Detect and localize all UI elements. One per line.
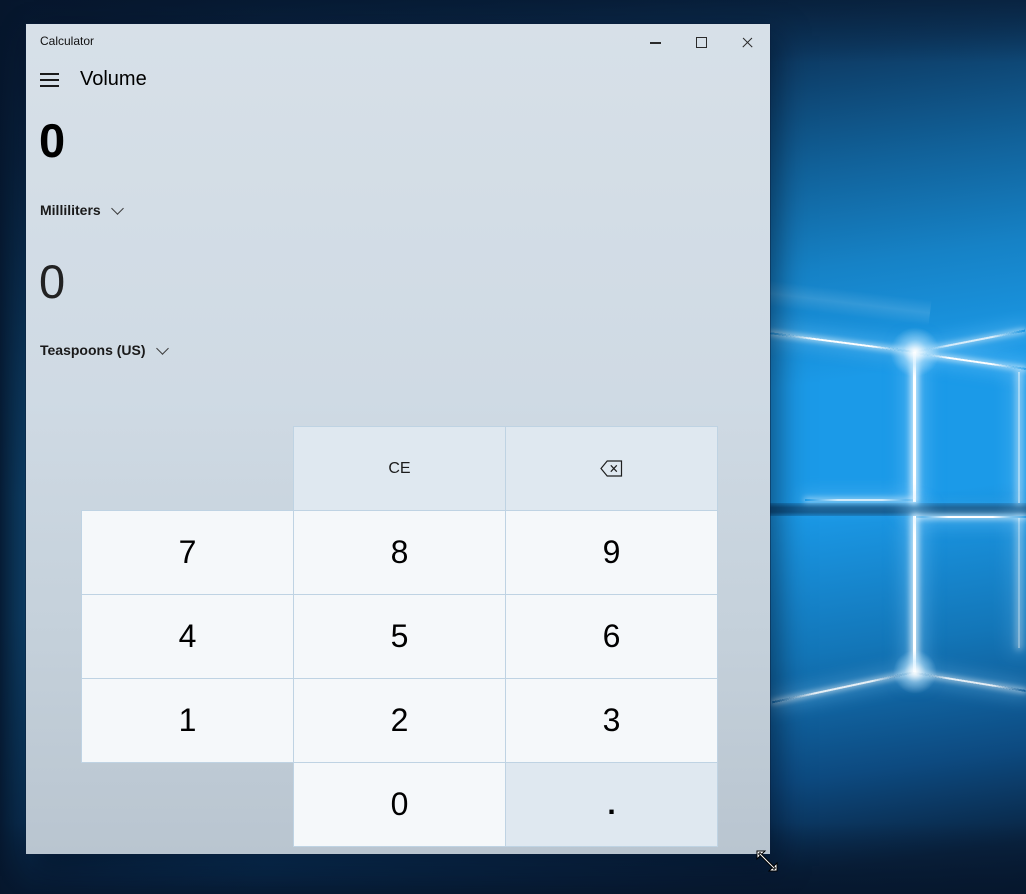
- digit-6-button[interactable]: 6: [505, 594, 718, 679]
- logo-pane-bottom-edge-left: [805, 499, 915, 501]
- logo-right-pane-edge-bottom: [1018, 518, 1020, 648]
- digit-3-button[interactable]: 3: [505, 678, 718, 763]
- decimal-button[interactable]: .: [505, 762, 718, 847]
- from-value-display[interactable]: 0: [39, 117, 65, 164]
- light-beam-right-up: [915, 330, 1025, 353]
- keypad-spacer: [81, 762, 294, 847]
- to-value-display[interactable]: 0: [39, 258, 65, 305]
- digit-1-button[interactable]: 1: [81, 678, 294, 763]
- title-bar[interactable]: Calculator: [26, 24, 770, 60]
- maximize-button[interactable]: [678, 24, 724, 60]
- digit-9-button[interactable]: 9: [505, 510, 718, 595]
- logo-vertical-edge-bottom: [913, 516, 916, 672]
- page-title: Volume: [80, 68, 147, 91]
- to-unit-dropdown[interactable]: Teaspoons (US): [40, 342, 167, 358]
- logo-pane-top-edge-right: [915, 516, 1026, 518]
- logo-crossbar-shadow: [769, 503, 1026, 516]
- close-button[interactable]: [724, 24, 770, 60]
- digit-8-button[interactable]: 8: [293, 510, 506, 595]
- logo-vertical-edge-top: [913, 352, 916, 502]
- chevron-down-icon: [111, 202, 124, 215]
- digit-2-button[interactable]: 2: [293, 678, 506, 763]
- digit-5-button[interactable]: 5: [293, 594, 506, 679]
- logo-vertex-glow-bottom: [893, 650, 937, 694]
- hamburger-menu-button[interactable]: [40, 73, 59, 87]
- digit-0-button[interactable]: 0: [293, 762, 506, 847]
- clear-entry-button[interactable]: CE: [293, 426, 506, 511]
- to-unit-label: Teaspoons (US): [40, 342, 146, 358]
- logo-vertex-glow-top: [890, 327, 940, 377]
- digit-7-button[interactable]: 7: [81, 510, 294, 595]
- logo-right-pane-edge-top: [1018, 372, 1020, 503]
- light-beam-bottom-right: [915, 672, 1026, 692]
- calculator-window: Calculator Volume 0 Milliliters 0 Teaspo…: [26, 24, 770, 854]
- resize-diagonal-cursor-icon: [753, 847, 781, 875]
- close-icon: [741, 36, 754, 49]
- from-unit-dropdown[interactable]: Milliliters: [40, 202, 122, 218]
- chevron-down-icon: [156, 342, 169, 355]
- maximize-icon: [696, 37, 707, 48]
- backspace-button[interactable]: [505, 426, 718, 511]
- light-beam-bottom-left: [772, 671, 915, 703]
- caption-buttons: [632, 24, 770, 60]
- backspace-icon: [600, 460, 623, 477]
- from-unit-label: Milliliters: [40, 202, 101, 218]
- minimize-button[interactable]: [632, 24, 678, 60]
- keypad-spacer: [81, 426, 294, 511]
- window-title: Calculator: [40, 34, 94, 48]
- keypad: CE 7 8 9 4 5 6 1 2 3 0 .: [81, 426, 717, 846]
- hamburger-menu-icon: [40, 73, 59, 75]
- minimize-icon: [650, 42, 661, 44]
- light-beam-left: [770, 332, 915, 353]
- light-beam-right-down: [915, 352, 1026, 370]
- digit-4-button[interactable]: 4: [81, 594, 294, 679]
